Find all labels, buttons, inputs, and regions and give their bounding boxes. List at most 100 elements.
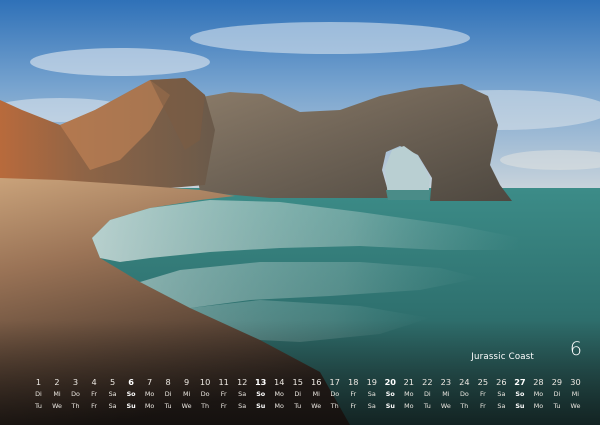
calendar-day: 2 Mi We (49, 376, 66, 414)
day-number: 14 (273, 377, 285, 387)
day-number: 12 (236, 377, 248, 387)
calendar-day: 13 So Su (252, 376, 269, 414)
weekday-de: Do (459, 390, 469, 398)
calendar-day: 20 So Su (382, 376, 399, 414)
weekday-en: Fr (91, 402, 97, 410)
weekday-de: Mi (442, 390, 450, 398)
weekday-de: Di (553, 390, 561, 398)
weekday-en: Tu (294, 402, 302, 410)
calendar-day: 24 Do Th (456, 376, 473, 414)
weekday-de: Di (164, 390, 172, 398)
weekday-de: Mi (53, 390, 61, 398)
calendar-day: 6 So Su (123, 376, 140, 414)
day-number: 16 (311, 377, 322, 387)
weekday-en: Th (460, 402, 469, 410)
day-number: 2 (54, 377, 60, 387)
day-number: 11 (218, 377, 229, 387)
weekday-de: Mo (274, 390, 284, 398)
day-number: 27 (514, 377, 526, 387)
calendar-day: 10 Do Th (197, 376, 214, 414)
calendar-day: 28 Mo Mo (530, 376, 547, 414)
weekday-de: Fr (479, 390, 486, 398)
weekday-en: Tu (423, 402, 431, 410)
calendar-day: 18 Fr Fr (345, 376, 362, 414)
calendar-day: 7 Mo Mo (141, 376, 158, 414)
calendar-day: 8 Di Tu (160, 376, 177, 414)
day-number: 25 (477, 377, 489, 387)
weekday-en: Tu (553, 402, 561, 410)
weekday-en: Fr (350, 402, 357, 410)
weekday-de: So (126, 390, 136, 398)
photo-caption: Jurassic Coast (471, 352, 534, 362)
day-number: 29 (551, 377, 563, 387)
day-number: 19 (366, 377, 377, 387)
weekday-en: We (311, 402, 322, 410)
weekday-en: Mo (144, 402, 155, 410)
weekday-en: Mo (274, 402, 284, 410)
weekday-en: Sa (238, 402, 247, 410)
weekday-de: Di (35, 390, 42, 398)
weekday-en: Th (71, 402, 80, 410)
weekday-en: We (440, 402, 451, 410)
day-number: 26 (496, 377, 507, 387)
weekday-en: Th (330, 402, 339, 410)
weekday-en: Su (256, 402, 266, 410)
weekday-en: We (570, 402, 581, 410)
day-number: 9 (184, 377, 190, 387)
calendar-day: 27 So Su (511, 376, 528, 414)
calendar-day: 11 Fr Fr (215, 376, 232, 414)
day-number: 7 (146, 377, 153, 387)
calendar-day: 4 Fr Fr (86, 376, 103, 414)
weekday-de: Do (330, 390, 340, 398)
calendar-day: 19 Sa Sa (363, 376, 380, 414)
weekday-de: Mi (182, 390, 191, 398)
weekday-de: Mo (533, 390, 544, 398)
weekday-en: Su (126, 402, 136, 410)
weekday-en: Fr (220, 402, 227, 410)
weekday-en: Sa (108, 402, 117, 410)
month-number: 6 (569, 338, 582, 360)
calendar-page: Jurassic Coast 6 1 Di Tu 2 Mi We 3 Do Th 4 Fr Fr 5 Sa… (0, 0, 600, 425)
day-number: 10 (199, 377, 211, 387)
calendar-day: 9 Mi We (178, 376, 195, 414)
day-number: 23 (440, 377, 452, 387)
day-number: 22 (422, 377, 433, 387)
weekday-de: Sa (238, 390, 247, 398)
weekday-de: So (515, 390, 525, 398)
weekday-en: Su (385, 402, 395, 410)
weekday-en: Tu (164, 402, 172, 410)
weekday-en: Tu (35, 402, 42, 410)
calendar-day: 5 Sa Sa (104, 376, 121, 414)
calendar-day: 25 Fr Fr (474, 376, 491, 414)
weekday-en: Sa (497, 402, 506, 410)
day-number: 15 (292, 377, 303, 387)
day-number: 30 (570, 377, 581, 387)
weekday-en: Su (515, 402, 525, 410)
day-number: 21 (403, 377, 415, 387)
day-number: 17 (329, 377, 340, 387)
calendar-day: 17 Do Th (326, 376, 343, 414)
day-number: 1 (35, 377, 42, 387)
weekday-de: Sa (497, 390, 506, 398)
weekday-de: Do (71, 390, 80, 398)
weekday-de: Mi (571, 390, 580, 398)
calendar-day: 29 Di Tu (548, 376, 565, 414)
day-number: 13 (254, 377, 267, 387)
weekday-de: Di (423, 390, 431, 398)
calendar-day: 22 Di Tu (419, 376, 436, 414)
weekday-en: Mo (533, 402, 544, 410)
day-number: 3 (72, 377, 79, 387)
day-number: 5 (109, 377, 116, 387)
weekday-de: Mo (144, 390, 155, 398)
calendar-day: 23 Mi We (437, 376, 454, 414)
weekday-de: Mi (312, 390, 320, 398)
calendar-day: 14 Mo Mo (271, 376, 288, 414)
weekday-de: Sa (367, 390, 376, 398)
calendar-strip: 1 Di Tu 2 Mi We 3 Do Th 4 Fr Fr 5 Sa Sa 6 So Su 7 Mo Mo 8 Di Tu… (30, 376, 584, 414)
calendar-day: 12 Sa Sa (234, 376, 251, 414)
weekday-de: Fr (350, 390, 357, 398)
calendar-day: 21 Mo Mo (400, 376, 417, 414)
day-number: 8 (165, 377, 171, 387)
weekday-de: Fr (220, 390, 227, 398)
calendar-day: 16 Mi We (308, 376, 325, 414)
